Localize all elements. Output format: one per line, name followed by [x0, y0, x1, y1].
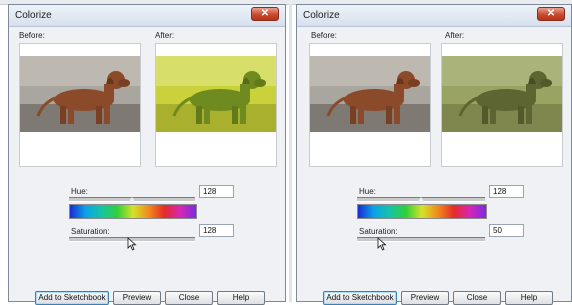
close-button[interactable]: Close	[453, 291, 501, 305]
before-label: Before:	[311, 31, 337, 40]
saturation-label: Saturation:	[71, 227, 110, 236]
hue-spectrum-bar	[69, 204, 197, 219]
title-bar[interactable]: Colorize ✕	[9, 5, 285, 27]
before-dog-image	[20, 56, 140, 132]
after-dog-image	[156, 56, 276, 132]
close-window-button[interactable]: ✕	[537, 7, 565, 21]
mouse-cursor-icon	[377, 237, 387, 251]
colorize-dialog-2: Colorize ✕ Before: After: Hue: 128 Satur…	[296, 4, 572, 305]
add-to-sketchbook-button[interactable]: Add to Sketchbook	[35, 291, 109, 305]
colorize-dialog-1: Colorize ✕ Before: After: Hue: 128 Satur…	[8, 4, 286, 305]
before-label: Before:	[19, 31, 45, 40]
dialog-title: Colorize	[15, 10, 52, 21]
after-preview	[155, 43, 277, 167]
saturation-value-field[interactable]: 128	[199, 224, 234, 237]
divider	[289, 4, 292, 302]
preview-button[interactable]: Preview	[113, 291, 161, 305]
after-preview	[441, 43, 563, 167]
hue-slider-thumb[interactable]	[128, 197, 136, 203]
after-label: After:	[445, 31, 465, 40]
close-button[interactable]: Close	[165, 291, 213, 305]
hue-label: Hue:	[71, 187, 88, 196]
hue-value-field[interactable]: 128	[489, 185, 524, 198]
hue-spectrum-bar	[357, 204, 487, 219]
hue-slider-thumb[interactable]	[417, 197, 425, 203]
mouse-cursor-icon	[127, 237, 137, 251]
saturation-value-field[interactable]: 50	[489, 224, 524, 237]
after-label: After:	[155, 31, 175, 40]
hue-label: Hue:	[359, 187, 376, 196]
add-to-sketchbook-button[interactable]: Add to Sketchbook	[323, 291, 397, 305]
hue-value-field[interactable]: 128	[199, 185, 234, 198]
help-button[interactable]: Help	[217, 291, 265, 305]
title-bar[interactable]: Colorize ✕	[297, 5, 571, 27]
before-preview	[309, 43, 431, 167]
help-button[interactable]: Help	[505, 291, 553, 305]
close-window-button[interactable]: ✕	[251, 7, 279, 21]
before-dog-image	[310, 56, 430, 132]
before-preview	[19, 43, 141, 167]
preview-button[interactable]: Preview	[401, 291, 449, 305]
after-dog-image	[442, 56, 562, 132]
dialog-title: Colorize	[303, 10, 340, 21]
saturation-label: Saturation:	[359, 227, 398, 236]
